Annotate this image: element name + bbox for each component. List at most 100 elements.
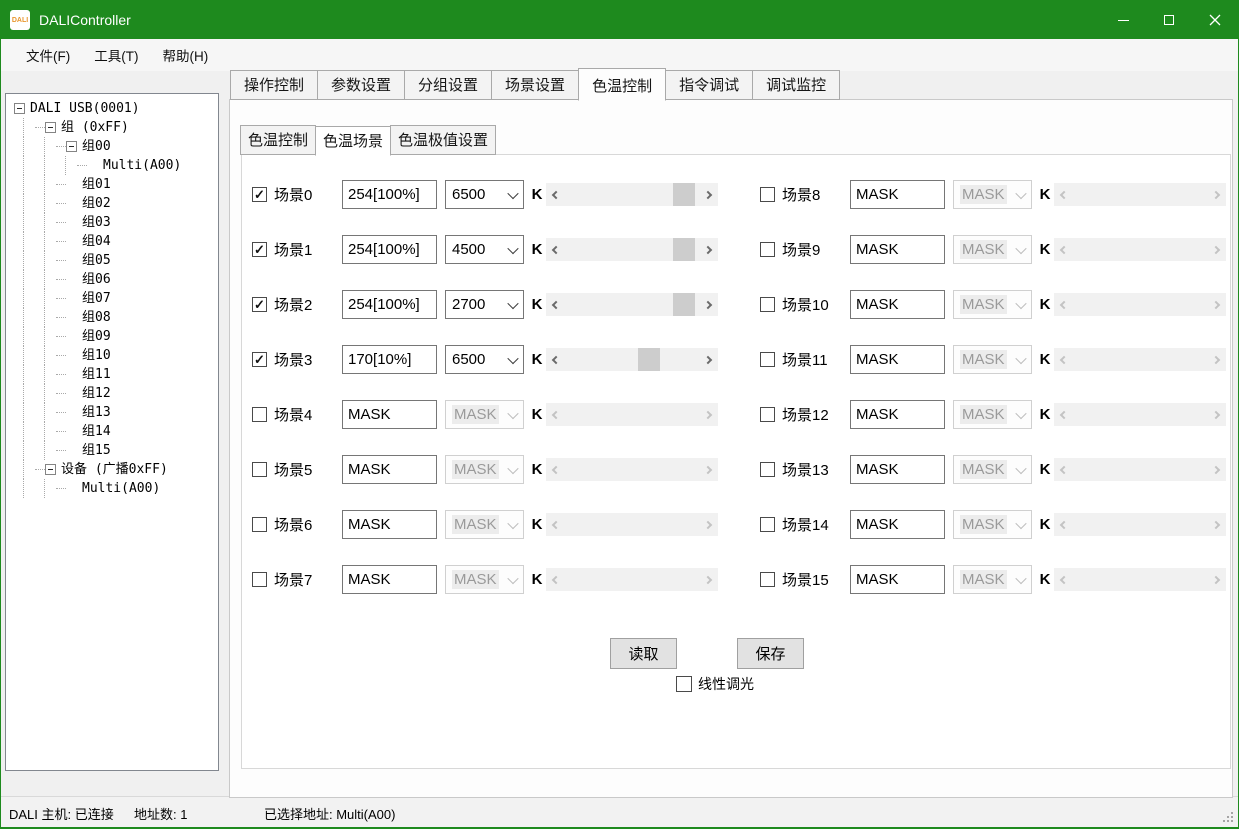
- main-tab-3[interactable]: 场景设置: [491, 70, 579, 100]
- scene-value-input[interactable]: [850, 455, 945, 484]
- scene-temp-dropdown[interactable]: MASK: [953, 565, 1032, 594]
- slider-left-arrow-icon[interactable]: [1054, 568, 1071, 591]
- scene-slider[interactable]: [1054, 348, 1226, 371]
- slider-left-arrow-icon[interactable]: [1054, 183, 1071, 206]
- minimize-button[interactable]: [1100, 1, 1146, 39]
- scene-slider[interactable]: [1054, 238, 1226, 261]
- read-button[interactable]: 读取: [610, 638, 677, 669]
- tree-item[interactable]: 组 (0xFF): [6, 118, 218, 137]
- scene-temp-dropdown[interactable]: 4500: [445, 235, 524, 264]
- slider-left-arrow-icon[interactable]: [546, 403, 563, 426]
- scene-value-input[interactable]: [850, 345, 945, 374]
- scene-checkbox[interactable]: [760, 242, 775, 257]
- tree-item[interactable]: DALI USB(0001): [6, 99, 218, 118]
- scene-value-input[interactable]: [342, 235, 437, 264]
- slider-left-arrow-icon[interactable]: [1054, 458, 1071, 481]
- slider-right-arrow-icon[interactable]: [1209, 568, 1226, 591]
- scene-slider[interactable]: [546, 403, 718, 426]
- main-tab-6[interactable]: 调试监控: [752, 70, 840, 100]
- tree-item[interactable]: 组01: [6, 175, 218, 194]
- tree-item[interactable]: 组05: [6, 251, 218, 270]
- linear-dimming-checkbox[interactable]: [676, 676, 692, 692]
- tree-item[interactable]: 设备 (广播0xFF): [6, 460, 218, 479]
- scene-slider[interactable]: [546, 183, 718, 206]
- scene-temp-dropdown[interactable]: MASK: [953, 290, 1032, 319]
- scene-slider[interactable]: [1054, 458, 1226, 481]
- scene-slider[interactable]: [1054, 513, 1226, 536]
- slider-left-arrow-icon[interactable]: [546, 183, 563, 206]
- slider-thumb[interactable]: [673, 183, 695, 206]
- tree-item[interactable]: 组09: [6, 327, 218, 346]
- scene-slider[interactable]: [546, 458, 718, 481]
- slider-right-arrow-icon[interactable]: [701, 348, 718, 371]
- scene-checkbox[interactable]: [252, 352, 267, 367]
- tree-item[interactable]: 组14: [6, 422, 218, 441]
- menu-help[interactable]: 帮助(H): [151, 39, 221, 71]
- scene-value-input[interactable]: [850, 180, 945, 209]
- sub-tab-0[interactable]: 色温控制: [240, 125, 316, 155]
- slider-left-arrow-icon[interactable]: [1054, 293, 1071, 316]
- scene-slider[interactable]: [546, 348, 718, 371]
- scene-temp-dropdown[interactable]: 2700: [445, 290, 524, 319]
- scene-checkbox[interactable]: [252, 187, 267, 202]
- scene-value-input[interactable]: [850, 290, 945, 319]
- tree-item[interactable]: 组08: [6, 308, 218, 327]
- slider-right-arrow-icon[interactable]: [701, 568, 718, 591]
- slider-left-arrow-icon[interactable]: [546, 568, 563, 591]
- slider-left-arrow-icon[interactable]: [546, 238, 563, 261]
- scene-value-input[interactable]: [342, 510, 437, 539]
- scene-value-input[interactable]: [850, 400, 945, 429]
- scene-slider[interactable]: [546, 568, 718, 591]
- scene-checkbox[interactable]: [760, 517, 775, 532]
- slider-right-arrow-icon[interactable]: [1209, 403, 1226, 426]
- tree-item[interactable]: 组12: [6, 384, 218, 403]
- slider-left-arrow-icon[interactable]: [1054, 513, 1071, 536]
- main-tab-2[interactable]: 分组设置: [404, 70, 492, 100]
- main-tab-1[interactable]: 参数设置: [317, 70, 405, 100]
- scene-value-input[interactable]: [342, 400, 437, 429]
- collapse-icon[interactable]: [45, 464, 56, 475]
- menu-tools[interactable]: 工具(T): [82, 39, 150, 71]
- slider-thumb[interactable]: [673, 238, 695, 261]
- tree-item[interactable]: 组11: [6, 365, 218, 384]
- scene-checkbox[interactable]: [252, 242, 267, 257]
- slider-right-arrow-icon[interactable]: [701, 513, 718, 536]
- scene-checkbox[interactable]: [760, 572, 775, 587]
- slider-right-arrow-icon[interactable]: [1209, 348, 1226, 371]
- scene-checkbox[interactable]: [760, 462, 775, 477]
- scene-temp-dropdown[interactable]: 6500: [445, 345, 524, 374]
- scene-value-input[interactable]: [342, 345, 437, 374]
- slider-thumb[interactable]: [673, 293, 695, 316]
- scene-checkbox[interactable]: [760, 187, 775, 202]
- scene-value-input[interactable]: [850, 235, 945, 264]
- slider-right-arrow-icon[interactable]: [701, 293, 718, 316]
- close-button[interactable]: [1192, 1, 1238, 39]
- tree-item[interactable]: 组07: [6, 289, 218, 308]
- scene-value-input[interactable]: [342, 180, 437, 209]
- scene-temp-dropdown[interactable]: MASK: [445, 510, 524, 539]
- tree-item[interactable]: 组03: [6, 213, 218, 232]
- slider-right-arrow-icon[interactable]: [1209, 513, 1226, 536]
- scene-temp-dropdown[interactable]: 6500: [445, 180, 524, 209]
- tree-item[interactable]: 组15: [6, 441, 218, 460]
- scene-value-input[interactable]: [850, 510, 945, 539]
- scene-checkbox[interactable]: [252, 517, 267, 532]
- slider-left-arrow-icon[interactable]: [1054, 238, 1071, 261]
- scene-checkbox[interactable]: [252, 297, 267, 312]
- main-tab-0[interactable]: 操作控制: [230, 70, 318, 100]
- scene-checkbox[interactable]: [252, 572, 267, 587]
- scene-value-input[interactable]: [342, 455, 437, 484]
- slider-left-arrow-icon[interactable]: [1054, 348, 1071, 371]
- tree-item[interactable]: 组04: [6, 232, 218, 251]
- scene-temp-dropdown[interactable]: MASK: [953, 235, 1032, 264]
- scene-value-input[interactable]: [342, 290, 437, 319]
- scene-checkbox[interactable]: [760, 407, 775, 422]
- slider-left-arrow-icon[interactable]: [546, 348, 563, 371]
- slider-right-arrow-icon[interactable]: [701, 458, 718, 481]
- tree-item[interactable]: 组13: [6, 403, 218, 422]
- scene-slider[interactable]: [546, 238, 718, 261]
- scene-checkbox[interactable]: [760, 297, 775, 312]
- slider-right-arrow-icon[interactable]: [701, 238, 718, 261]
- slider-left-arrow-icon[interactable]: [1054, 403, 1071, 426]
- collapse-icon[interactable]: [66, 141, 77, 152]
